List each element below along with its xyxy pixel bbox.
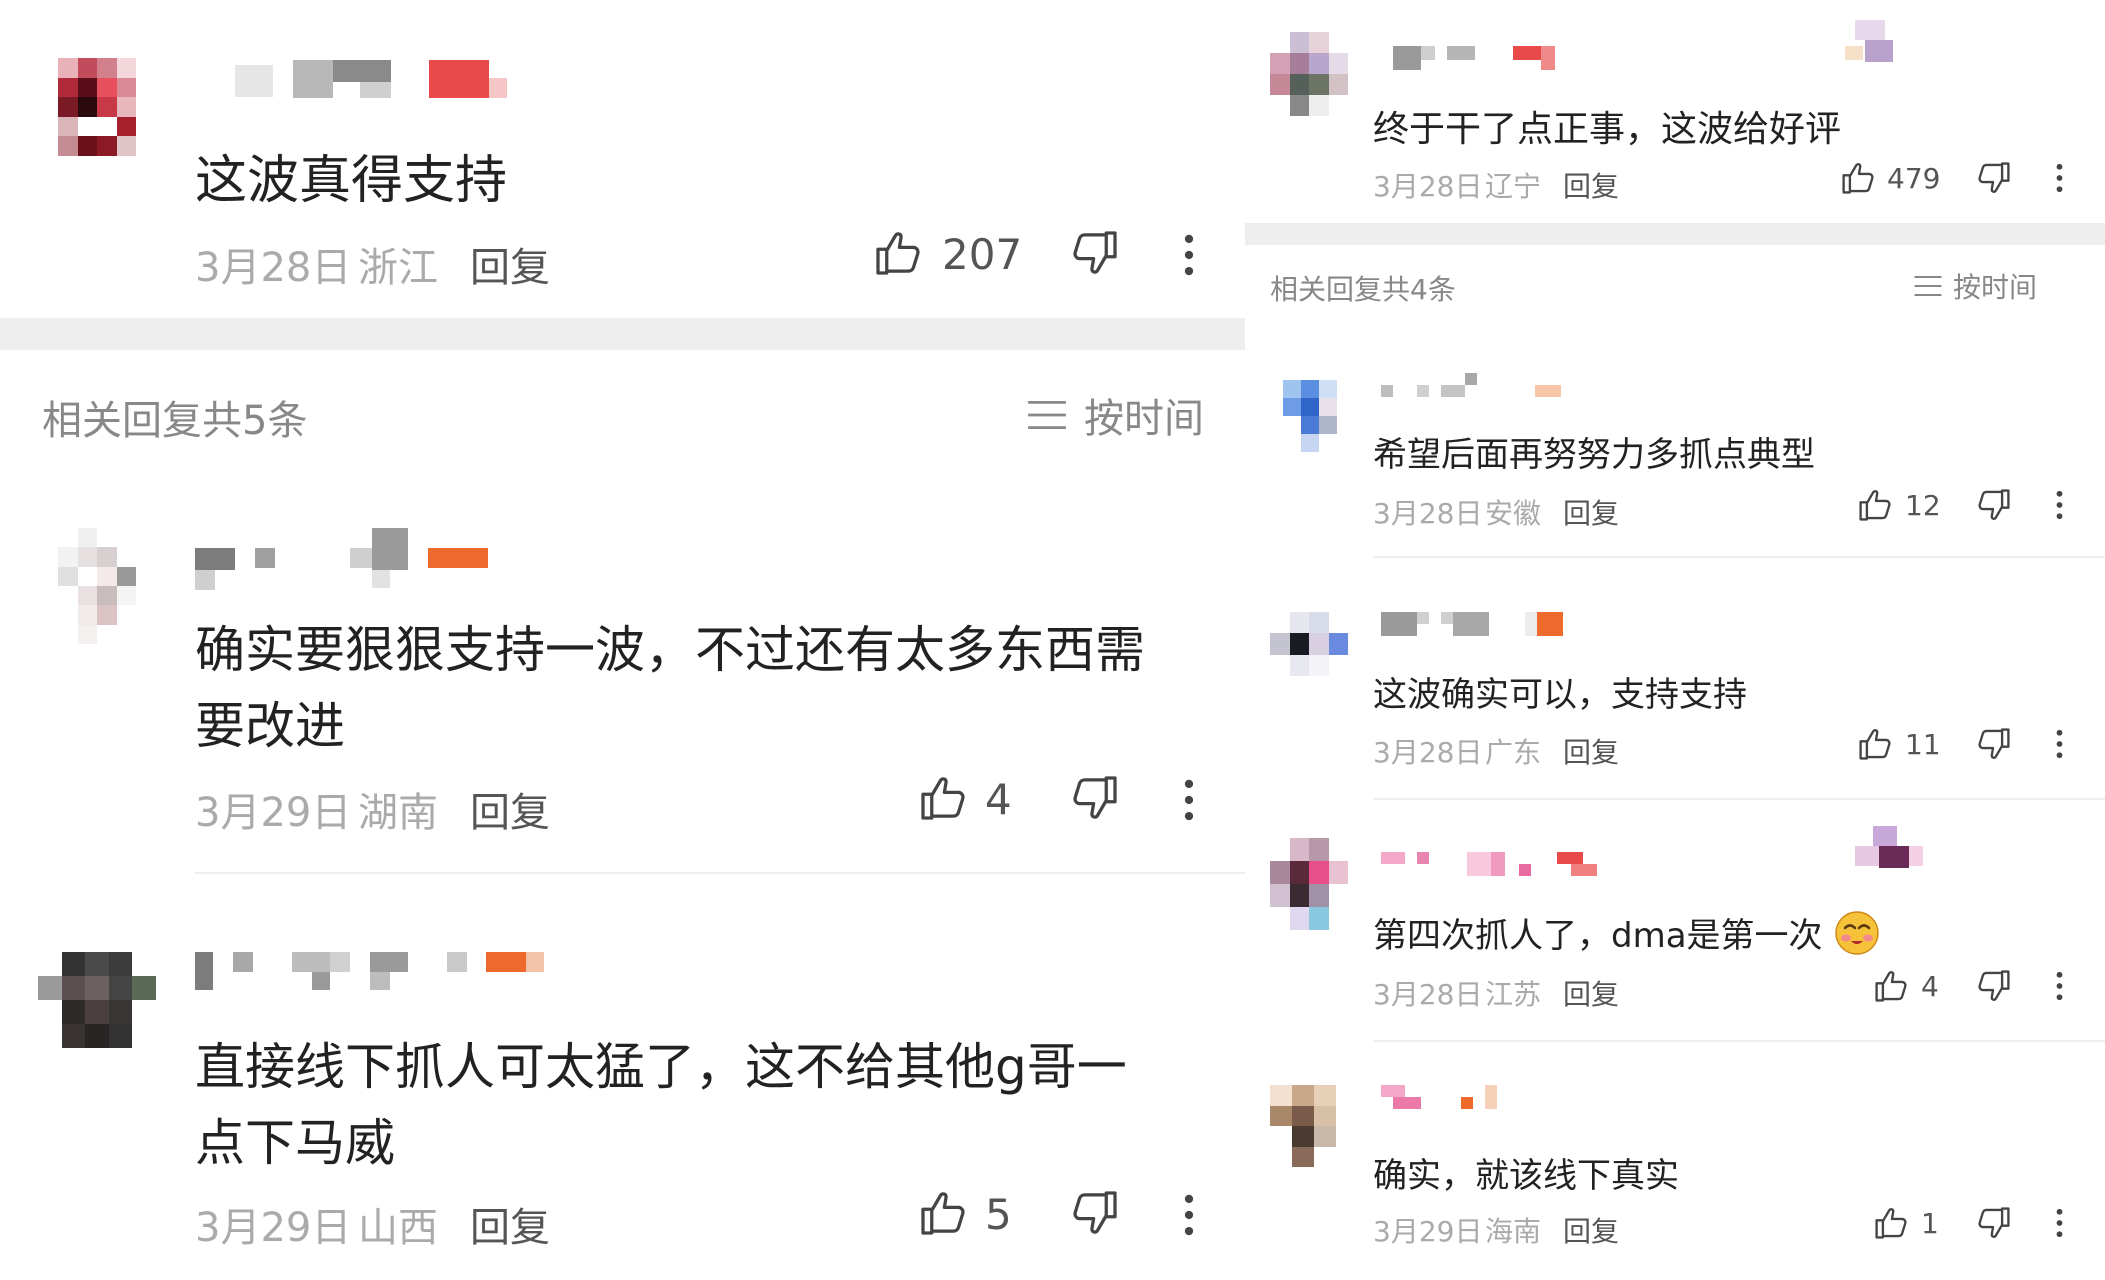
user-avatar[interactable]: [58, 58, 136, 156]
reply-button[interactable]: 回复: [1563, 731, 1619, 771]
comment-location: 湖南: [358, 790, 438, 836]
comment-text: 这波真得支持: [195, 151, 508, 211]
reply-button[interactable]: 回复: [470, 780, 550, 838]
section-separator: [0, 318, 1245, 350]
comment-date: 3月29日: [195, 1205, 352, 1251]
comment-location: 山西: [358, 1205, 438, 1251]
more-vertical-icon[interactable]: [2055, 728, 2064, 760]
like-count: 12: [1905, 489, 1941, 522]
user-avatar[interactable]: [1270, 32, 1348, 116]
comment-text: 希望后面再努努力多抓点典型: [1373, 435, 1815, 475]
thumbs-down-icon[interactable]: [1976, 487, 2012, 523]
user-avatar[interactable]: [1270, 612, 1348, 676]
user-avatar[interactable]: [1283, 380, 1337, 452]
replies-count-heading: 相关回复共4条: [1270, 273, 1456, 306]
like-count: 207: [942, 230, 1023, 279]
thumbs-up-icon[interactable]: [918, 773, 968, 823]
comment-date: 3月28日: [1373, 978, 1483, 1011]
comment-location: 海南: [1485, 1215, 1542, 1248]
comment-date: 3月28日: [195, 245, 352, 291]
comment-location: 辽宁: [1485, 170, 1542, 203]
thumbs-up-icon[interactable]: [1873, 1205, 1909, 1241]
sort-by-time-button[interactable]: 按时间: [1026, 386, 1204, 444]
thumbs-up-icon[interactable]: [1840, 160, 1876, 196]
like-count: 4: [1921, 970, 1939, 1003]
like-count: 11: [1905, 728, 1941, 761]
more-vertical-icon[interactable]: [2055, 162, 2064, 194]
thumbs-up-icon[interactable]: [1873, 968, 1909, 1004]
comment-text: 确实，就该线下真实: [1373, 1156, 1679, 1196]
comment-location: 浙江: [358, 245, 438, 291]
divider: [1373, 1040, 2105, 1042]
left-comment-panel: 这波真得支持 3月28日 浙江 回复 207 相关回复共5条 按时间 确实要狠狠…: [0, 0, 1245, 1280]
user-avatar[interactable]: [58, 528, 136, 644]
thumbs-down-icon[interactable]: [1976, 726, 2012, 762]
comment-text: 这波确实可以，支持支持: [1373, 675, 1747, 715]
section-separator: [1245, 223, 2105, 245]
replies-count-heading: 相关回复共5条: [42, 398, 308, 444]
like-count: 4: [985, 775, 1012, 824]
list-sort-icon: [1026, 399, 1068, 431]
divider: [195, 872, 1245, 874]
thumbs-up-icon[interactable]: [1857, 726, 1893, 762]
reply-button[interactable]: 回复: [1563, 492, 1619, 532]
more-vertical-icon[interactable]: [2055, 970, 2064, 1002]
reply-button[interactable]: 回复: [1563, 165, 1619, 205]
comment-text: 确实要狠狠支持一波，不过还有太多东西需: [195, 621, 1145, 679]
thumbs-up-icon[interactable]: [1857, 487, 1893, 523]
comment-date: 3月28日: [1373, 170, 1483, 203]
blushing-face-emoji: [1834, 910, 1879, 955]
thumbs-down-icon[interactable]: [1070, 1188, 1120, 1238]
divider: [1373, 798, 2105, 800]
comment-text: 要改进: [195, 697, 345, 755]
thumbs-down-icon[interactable]: [1070, 773, 1120, 823]
sort-by-time-button[interactable]: 按时间: [1913, 266, 2037, 306]
more-vertical-icon[interactable]: [1183, 1192, 1195, 1238]
list-sort-icon: [1913, 274, 1943, 298]
comment-text: 第四次抓人了，dma是第一次: [1373, 908, 1881, 957]
comment-date: 3月29日: [195, 790, 352, 836]
comment-text: 点下马威: [195, 1114, 395, 1172]
comment-text: 终于干了点正事，这波给好评: [1373, 109, 1842, 150]
reply-button[interactable]: 回复: [1563, 973, 1619, 1013]
divider: [1373, 556, 2105, 558]
sort-label: 按时间: [1084, 396, 1204, 442]
comment-date: 3月28日: [1373, 497, 1483, 530]
sort-label: 按时间: [1953, 271, 2038, 304]
user-avatar[interactable]: [38, 952, 156, 1048]
more-vertical-icon[interactable]: [2055, 489, 2064, 521]
comment-location: 江苏: [1485, 978, 1542, 1011]
more-vertical-icon[interactable]: [1183, 232, 1195, 278]
comment-date: 3月29日: [1373, 1215, 1483, 1248]
like-count: 479: [1887, 162, 1941, 195]
user-avatar[interactable]: [1270, 1085, 1336, 1167]
reply-button[interactable]: 回复: [470, 1195, 550, 1253]
reply-button[interactable]: 回复: [470, 235, 550, 293]
comment-text-content: 第四次抓人了，dma是第一次: [1373, 916, 1823, 956]
thumbs-up-icon[interactable]: [873, 228, 923, 278]
more-vertical-icon[interactable]: [2055, 1207, 2064, 1239]
like-count: 5: [985, 1190, 1012, 1239]
like-count: 1: [1921, 1207, 1939, 1240]
more-vertical-icon[interactable]: [1183, 777, 1195, 823]
thumbs-down-icon[interactable]: [1976, 1205, 2012, 1241]
right-comment-panel: 终于干了点正事，这波给好评 3月28日 辽宁 回复 479 相关回复共4条 按时…: [1245, 0, 2105, 1280]
comment-location: 广东: [1485, 736, 1542, 769]
comment-date: 3月28日: [1373, 736, 1483, 769]
comment-text: 直接线下抓人可太猛了，这不给其他g哥一: [195, 1038, 1127, 1096]
comment-location: 安徽: [1485, 497, 1542, 530]
thumbs-up-icon[interactable]: [918, 1188, 968, 1238]
thumbs-down-icon[interactable]: [1976, 160, 2012, 196]
reply-button[interactable]: 回复: [1563, 1210, 1619, 1250]
user-avatar[interactable]: [1270, 838, 1348, 930]
thumbs-down-icon[interactable]: [1976, 968, 2012, 1004]
thumbs-down-icon[interactable]: [1070, 228, 1120, 278]
